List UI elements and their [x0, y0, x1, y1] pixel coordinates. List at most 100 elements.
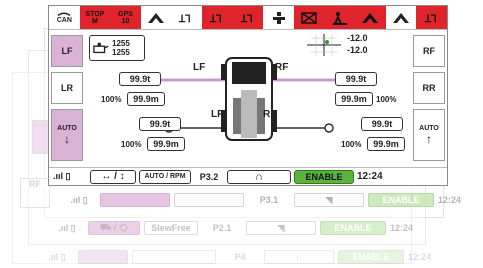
rf-load-value: 99.9t	[335, 72, 377, 86]
crane-load-icon	[93, 42, 109, 54]
gps-alarm[interactable]: GPS 10	[110, 6, 141, 29]
tab-lr-label: LR	[61, 83, 73, 93]
can-status[interactable]: CAN	[49, 6, 80, 29]
layer2-icon-button: ◥	[294, 193, 364, 207]
layer2-slider	[100, 193, 170, 207]
diagram-rr-label: RR	[263, 109, 278, 120]
load-bottom-value: 1255	[112, 48, 130, 57]
tab-lf[interactable]: LF	[51, 35, 83, 67]
stop-alarm[interactable]: STOP M	[79, 6, 111, 29]
auto-rpm-label: AUTO / RPM	[144, 173, 186, 180]
auto-up-label: AUTO	[419, 124, 439, 132]
tilt-alarm-icon: ꓕꞀ	[424, 14, 437, 25]
diagram-lr-label: LR	[211, 109, 225, 120]
layer2-enable: ENABLE	[368, 193, 434, 207]
lr-load-value: 99.9t	[139, 117, 181, 131]
lf-distance-value: 99.9m	[127, 92, 165, 106]
layer4-button	[78, 250, 128, 264]
layer3-mode: SlewFree	[144, 221, 198, 235]
tilt-x-value: -12.0	[347, 33, 368, 43]
tab-lf-label: LF	[61, 46, 73, 56]
rr-pct: 100%	[341, 140, 362, 149]
signal-icon: .ııl ▯	[50, 221, 84, 235]
clock: 12:24	[357, 171, 383, 182]
rf-distance-value: 99.9m	[335, 92, 373, 106]
layer3-time: 12:24	[390, 223, 414, 233]
enable-button[interactable]: ENABLE	[294, 169, 354, 184]
signal-icon: .ııl ▯	[53, 171, 71, 181]
hazard-icon	[362, 12, 379, 23]
layer2-blank	[174, 193, 244, 207]
layer4-icon-button: ∩	[264, 250, 334, 264]
reset-button[interactable]: ∩	[227, 169, 291, 184]
svg-text:ꓕꞀ: ꓕꞀ	[240, 14, 253, 25]
layer4-blank	[132, 250, 216, 264]
svg-text:ꓕꞀ: ꓕꞀ	[209, 14, 222, 25]
tilt-alarm[interactable]: ꓕꞀ	[202, 6, 233, 29]
layer3-statusbar: .ııl ▯ ⛟ / ⟲ SlewFree P2.1 ◥ ENABLE 12:2…	[50, 219, 413, 237]
layer3-slew-button: ⛟ / ⟲	[88, 221, 140, 235]
tab-rf[interactable]: RF	[413, 35, 445, 67]
slope-alarm[interactable]: ꓕꞀ	[232, 6, 264, 29]
diagram-rf-label: RF	[275, 62, 289, 73]
lr-distance-value: 99.9m	[147, 137, 185, 151]
layer4-enable: ENABLE	[338, 250, 404, 264]
lf-pct: 100%	[101, 95, 122, 104]
slope-warning[interactable]	[141, 6, 172, 29]
diagram-lf-label: LF	[193, 62, 206, 73]
tilt-indicator[interactable]: ꓕꞀ	[171, 6, 202, 29]
page-indicator: P3.2	[199, 171, 219, 182]
status-bar: .ııl ▯ ↔ / ↕ AUTO / RPM P3.2 ∩ ENABLE 12…	[49, 167, 447, 185]
slope-warning-icon	[393, 12, 409, 23]
rr-load-value: 99.9t	[361, 117, 403, 131]
outrigger-direction-button[interactable]: ↔ / ↕	[90, 169, 136, 184]
auto-rpm-button[interactable]: AUTO / RPM	[139, 169, 191, 184]
layer3-page: P2.1	[202, 221, 242, 235]
layer4-time: 12:24	[408, 252, 432, 262]
stack-side-tab: RF	[20, 178, 50, 208]
svg-text:ꓕꞀ: ꓕꞀ	[178, 14, 191, 25]
tab-rr-label: RR	[422, 83, 436, 93]
stop-label: STOP M	[85, 10, 105, 25]
tab-rr[interactable]: RR	[413, 72, 445, 104]
operator-status[interactable]	[263, 6, 294, 29]
hazard-alarm[interactable]	[355, 6, 386, 29]
crossed-box-icon	[301, 11, 317, 24]
arrow-up-icon: ↑	[426, 131, 432, 146]
load-top-value: 1255	[112, 39, 130, 48]
arch-icon: ∩	[255, 170, 263, 183]
layer2-time: 12:24	[438, 195, 462, 205]
layer3-enable: ENABLE	[320, 221, 386, 235]
alarm-bar: CAN STOP M GPS 10 ꓕꞀ ꓕꞀ ꓕꞀ ꓕꞀ	[49, 6, 447, 30]
lr-pct: 100%	[121, 140, 142, 149]
layer4-statusbar: .ııl ▯ P4 ∩ ENABLE 12:24	[40, 248, 431, 266]
enable-label: ENABLE	[305, 171, 343, 182]
signal-icon: .ııl ▯	[62, 193, 96, 207]
layer4-page: P4	[220, 250, 260, 264]
gps-label: GPS 10	[118, 10, 133, 25]
operator-icon	[272, 11, 285, 24]
tilt-alarm-icon: ꓕꞀ	[209, 14, 222, 25]
slope-warning-icon	[148, 12, 165, 23]
person-alarm-icon	[332, 11, 347, 25]
arrow-down-icon: ↓	[64, 131, 70, 146]
tab-rf-label: RF	[423, 46, 435, 56]
tilt-indicator-icon: ꓕꞀ	[178, 14, 191, 25]
rr-distance-value: 99.9m	[367, 137, 405, 151]
tilt-alarm-2[interactable]: ꓕꞀ	[416, 6, 447, 29]
arrows-icon: ↔ / ↕	[101, 171, 125, 182]
tab-lr[interactable]: LR	[51, 72, 83, 104]
auto-up-button[interactable]: AUTO ↑	[413, 109, 445, 161]
auto-down-label: AUTO	[57, 124, 77, 132]
lf-load-value: 99.9t	[119, 72, 161, 86]
crossed-alarm[interactable]	[293, 6, 325, 29]
person-alarm[interactable]	[324, 6, 356, 29]
can-label: CAN	[56, 17, 72, 24]
rf-pct: 100%	[376, 95, 397, 104]
layer2-statusbar: .ııl ▯ P3.1 ◥ ENABLE 12:24	[62, 191, 461, 209]
svg-text:ꓕꞀ: ꓕꞀ	[424, 14, 437, 25]
slope-warning-2[interactable]	[386, 6, 417, 29]
layer2-page: P3.1	[248, 193, 290, 207]
auto-down-button[interactable]: AUTO ↓	[51, 109, 83, 161]
signal-icon: .ııl ▯	[40, 250, 74, 264]
